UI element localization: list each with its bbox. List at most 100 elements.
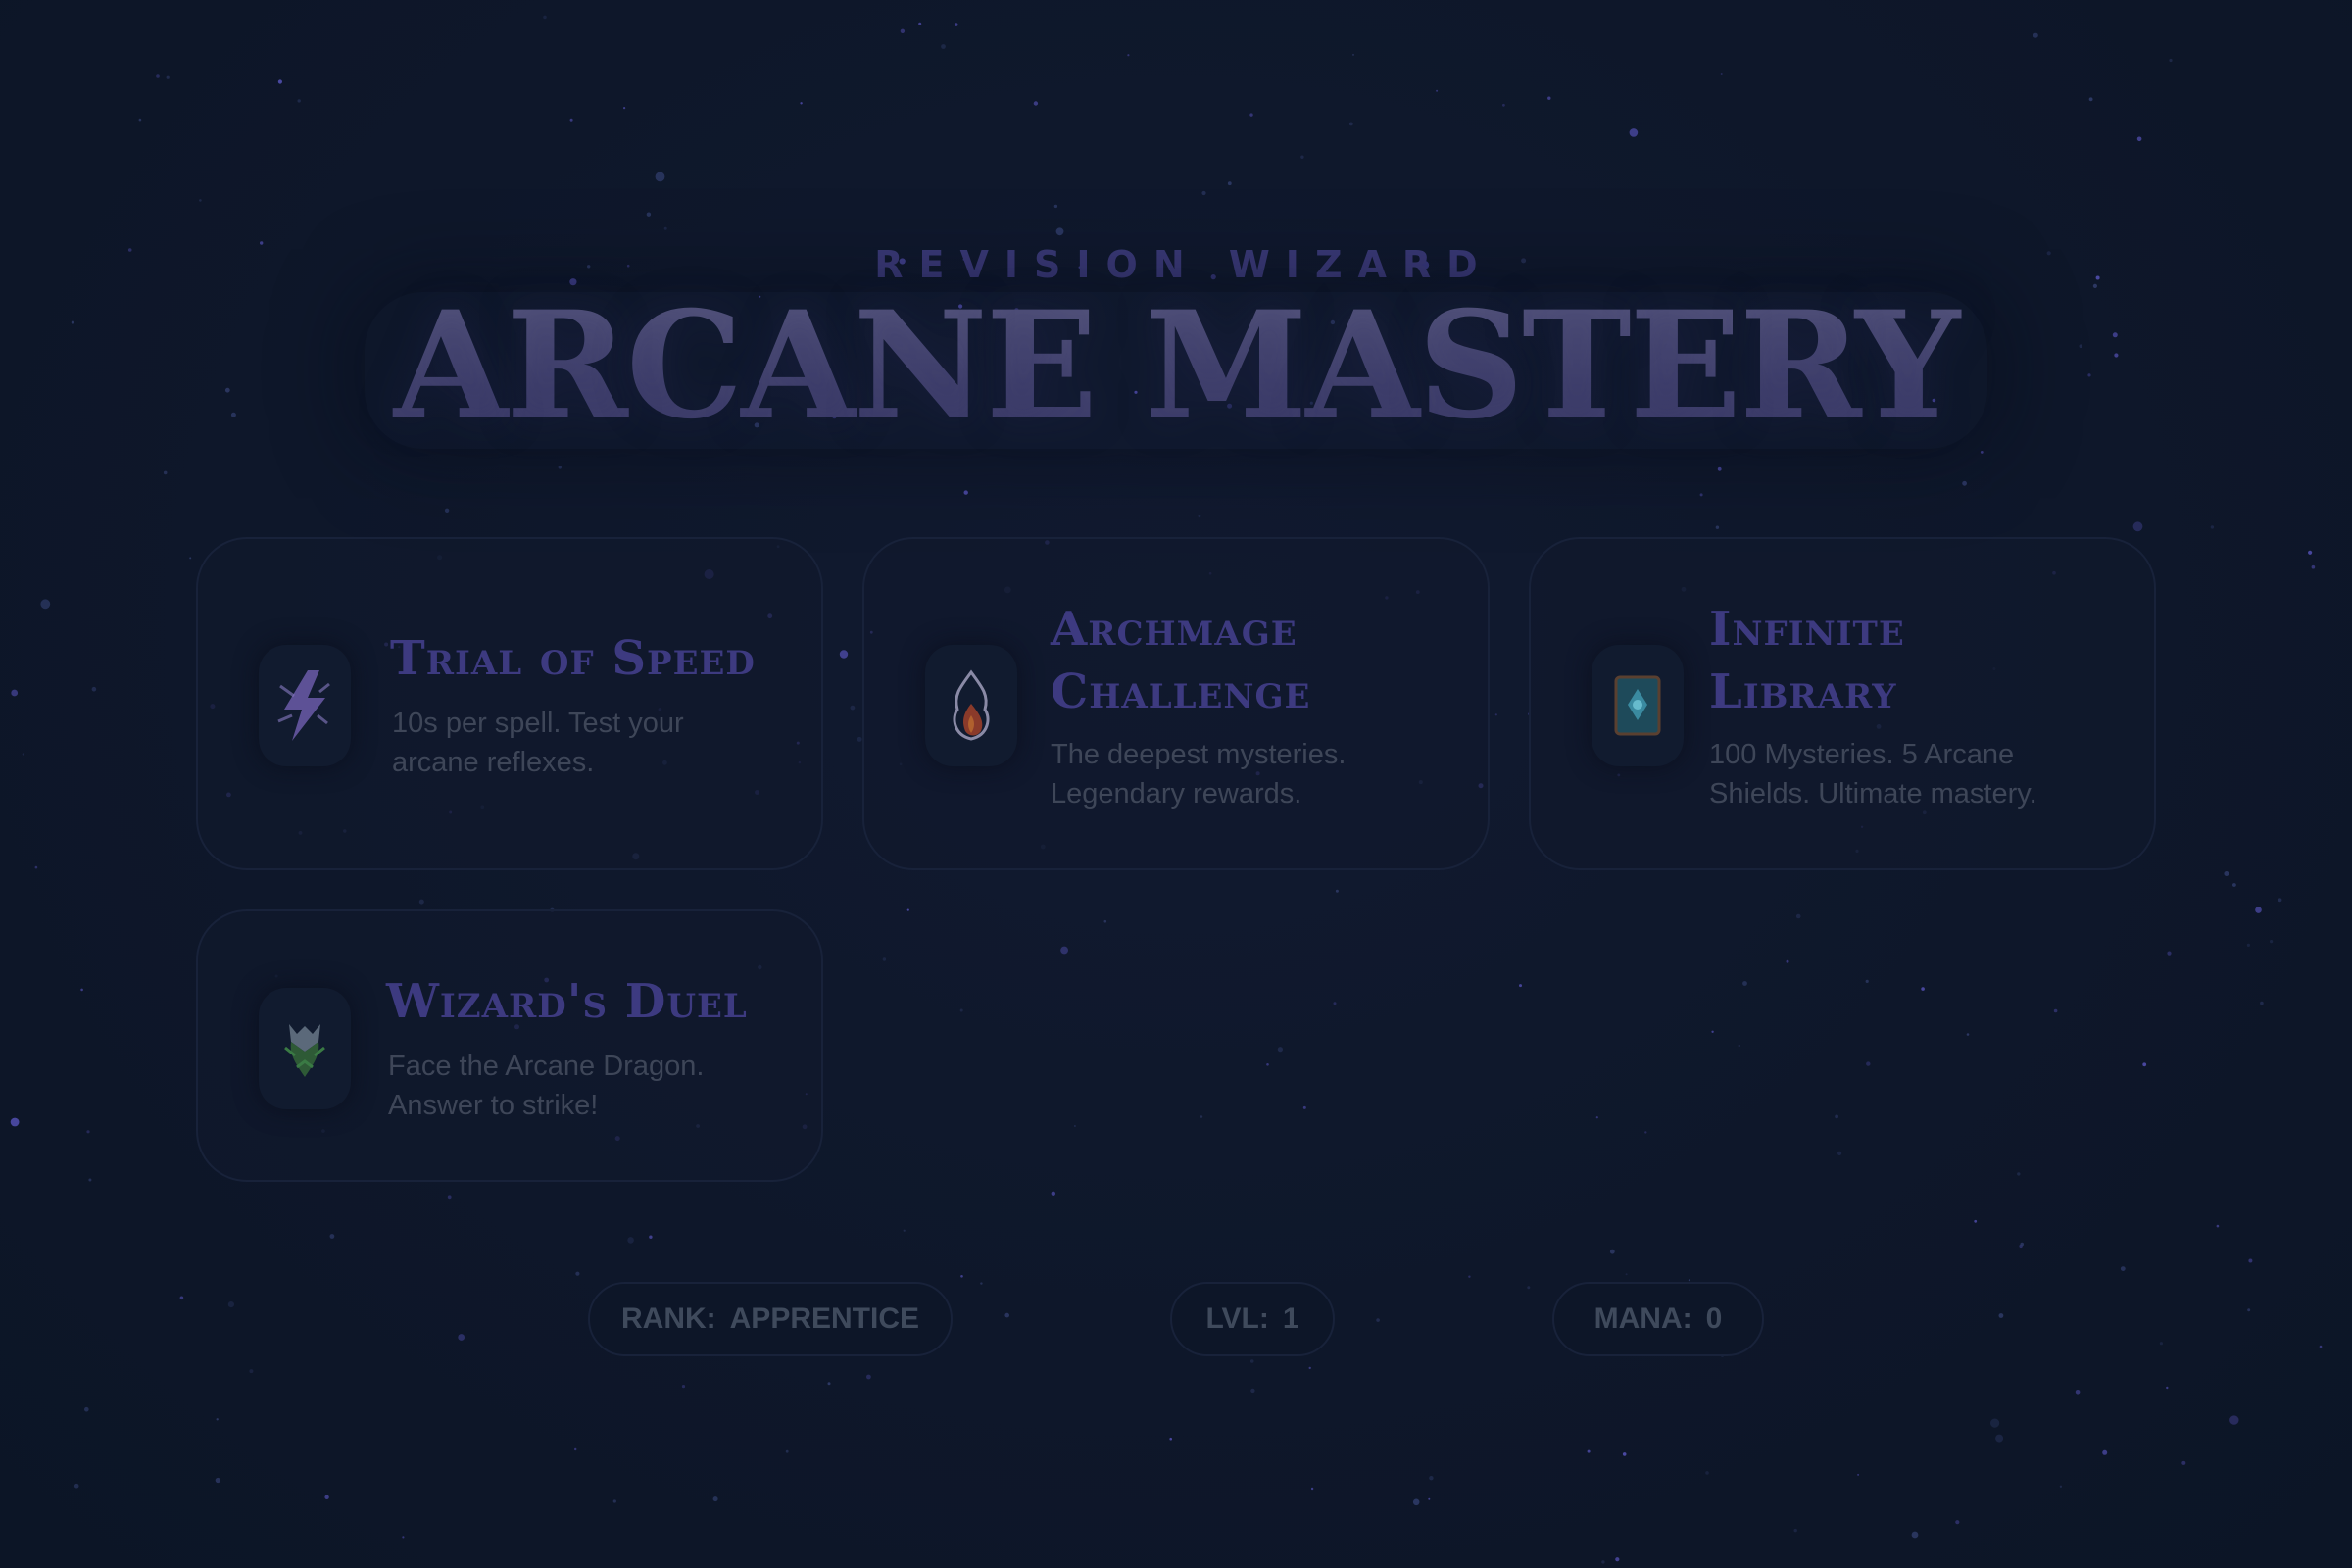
star-dot — [2248, 1258, 2253, 1263]
star-dot — [1033, 101, 1039, 106]
star-dot — [1622, 1452, 1627, 1456]
star-dot — [2181, 1460, 2186, 1465]
star-dot — [2075, 1390, 2081, 1395]
star-dot — [11, 689, 19, 697]
star-dot — [2136, 136, 2142, 142]
star-dot — [324, 1494, 329, 1500]
star-dot — [2246, 943, 2250, 948]
star-dot — [882, 957, 887, 961]
star-dot — [906, 908, 909, 911]
star-dot — [1266, 1063, 1269, 1066]
star-dot — [2311, 564, 2316, 569]
lightning-bolt-icon — [259, 645, 351, 766]
star-dot — [74, 1483, 79, 1489]
rank-value: APPRENTICE — [729, 1302, 919, 1335]
level-value: 1 — [1282, 1302, 1299, 1335]
mode-description-line: Legendary rewards. — [1051, 778, 1302, 809]
star-dot — [2224, 871, 2230, 876]
star-dot — [163, 470, 168, 475]
star-dot — [10, 1117, 20, 1127]
star-dot — [86, 1130, 90, 1134]
mode-card-archmage-challenge[interactable]: Archmage Challenge The deepest mysteries… — [862, 537, 1490, 870]
star-dot — [1055, 227, 1064, 236]
star-dot — [227, 1301, 234, 1308]
star-dot — [277, 79, 282, 84]
star-dot — [543, 15, 547, 20]
star-dot — [1995, 1434, 2004, 1443]
star-dot — [655, 172, 665, 182]
star-dot — [458, 1334, 466, 1341]
mode-card-trial-of-speed[interactable]: Trial of Speed 10s per spell. Test your … — [196, 537, 823, 870]
star-dot — [91, 686, 97, 692]
star-dot — [941, 44, 946, 49]
star-dot — [1615, 1557, 1620, 1562]
star-dot — [612, 1499, 616, 1503]
star-dot — [1310, 1487, 1314, 1491]
star-dot — [1966, 1033, 1970, 1036]
star-dot — [1955, 1520, 1960, 1525]
star-dot — [980, 1282, 983, 1285]
star-dot — [1865, 979, 1869, 984]
star-dot — [215, 1477, 220, 1484]
star-dot — [1742, 981, 1747, 986]
star-dot — [1547, 96, 1551, 100]
star-dot — [1629, 128, 1639, 137]
star-dot — [1601, 1560, 1605, 1564]
star-dot — [80, 988, 83, 992]
star-dot — [1795, 913, 1801, 919]
star-dot — [189, 557, 192, 560]
star-dot — [1277, 1047, 1283, 1053]
rank-label: RANK: — [620, 1302, 716, 1335]
star-dot — [166, 75, 170, 79]
star-dot — [1699, 493, 1703, 497]
star-dot — [1595, 1116, 1598, 1119]
mode-title: Wizard's Duel — [386, 974, 748, 1029]
star-dot — [918, 22, 922, 25]
star-dot — [1720, 74, 1723, 75]
rank-badge: RANK: APPRENTICE — [588, 1282, 953, 1356]
star-dot — [1644, 1131, 1647, 1134]
star-dot — [2216, 1224, 2220, 1228]
star-dot — [712, 1496, 718, 1502]
flame-icon — [925, 645, 1017, 766]
star-dot — [1127, 54, 1130, 57]
star-dot — [1436, 89, 1439, 92]
star-dot — [1428, 1497, 1431, 1500]
star-dot — [249, 1369, 254, 1374]
star-dot — [2142, 1062, 2147, 1067]
star-dot — [2169, 58, 2173, 63]
mode-card-wizards-duel[interactable]: Wizard's Duel Face the Arcane Dragon. An… — [196, 909, 823, 1182]
star-dot — [1625, 1273, 1628, 1276]
star-dot — [1051, 1191, 1056, 1197]
star-dot — [1198, 514, 1201, 518]
star-dot — [1962, 480, 1967, 486]
mode-card-infinite-library[interactable]: Infinite Library 100 Mysteries. 5 Arcane… — [1529, 537, 2156, 870]
star-dot — [1587, 1449, 1591, 1453]
star-dot — [903, 1229, 906, 1232]
star-dot — [34, 865, 38, 869]
star-dot — [575, 1271, 580, 1276]
mode-description-line: Answer to strike! — [388, 1090, 599, 1121]
star-dot — [1250, 1388, 1255, 1394]
star-dot — [2232, 883, 2236, 887]
star-dot — [84, 1406, 89, 1412]
page-title: ARCANE MASTERY — [365, 292, 1987, 449]
star-dot — [402, 1536, 405, 1539]
star-dot — [2255, 906, 2262, 913]
star-dot — [959, 1008, 963, 1012]
star-dot — [866, 1374, 871, 1380]
star-dot — [2210, 525, 2215, 529]
star-dot — [2260, 1001, 2264, 1005]
star-dot — [1335, 889, 1339, 893]
star-dot — [839, 650, 849, 659]
star-dot — [1468, 1275, 1471, 1278]
star-dot — [447, 1195, 452, 1200]
star-dot — [1412, 1498, 1420, 1506]
star-dot — [1705, 1471, 1709, 1475]
star-dot — [2159, 1342, 2163, 1346]
star-dot — [623, 107, 626, 110]
star-dot — [960, 1275, 963, 1278]
star-dot — [1974, 1219, 1978, 1223]
star-dot — [418, 899, 424, 905]
star-dot — [2059, 1485, 2063, 1489]
